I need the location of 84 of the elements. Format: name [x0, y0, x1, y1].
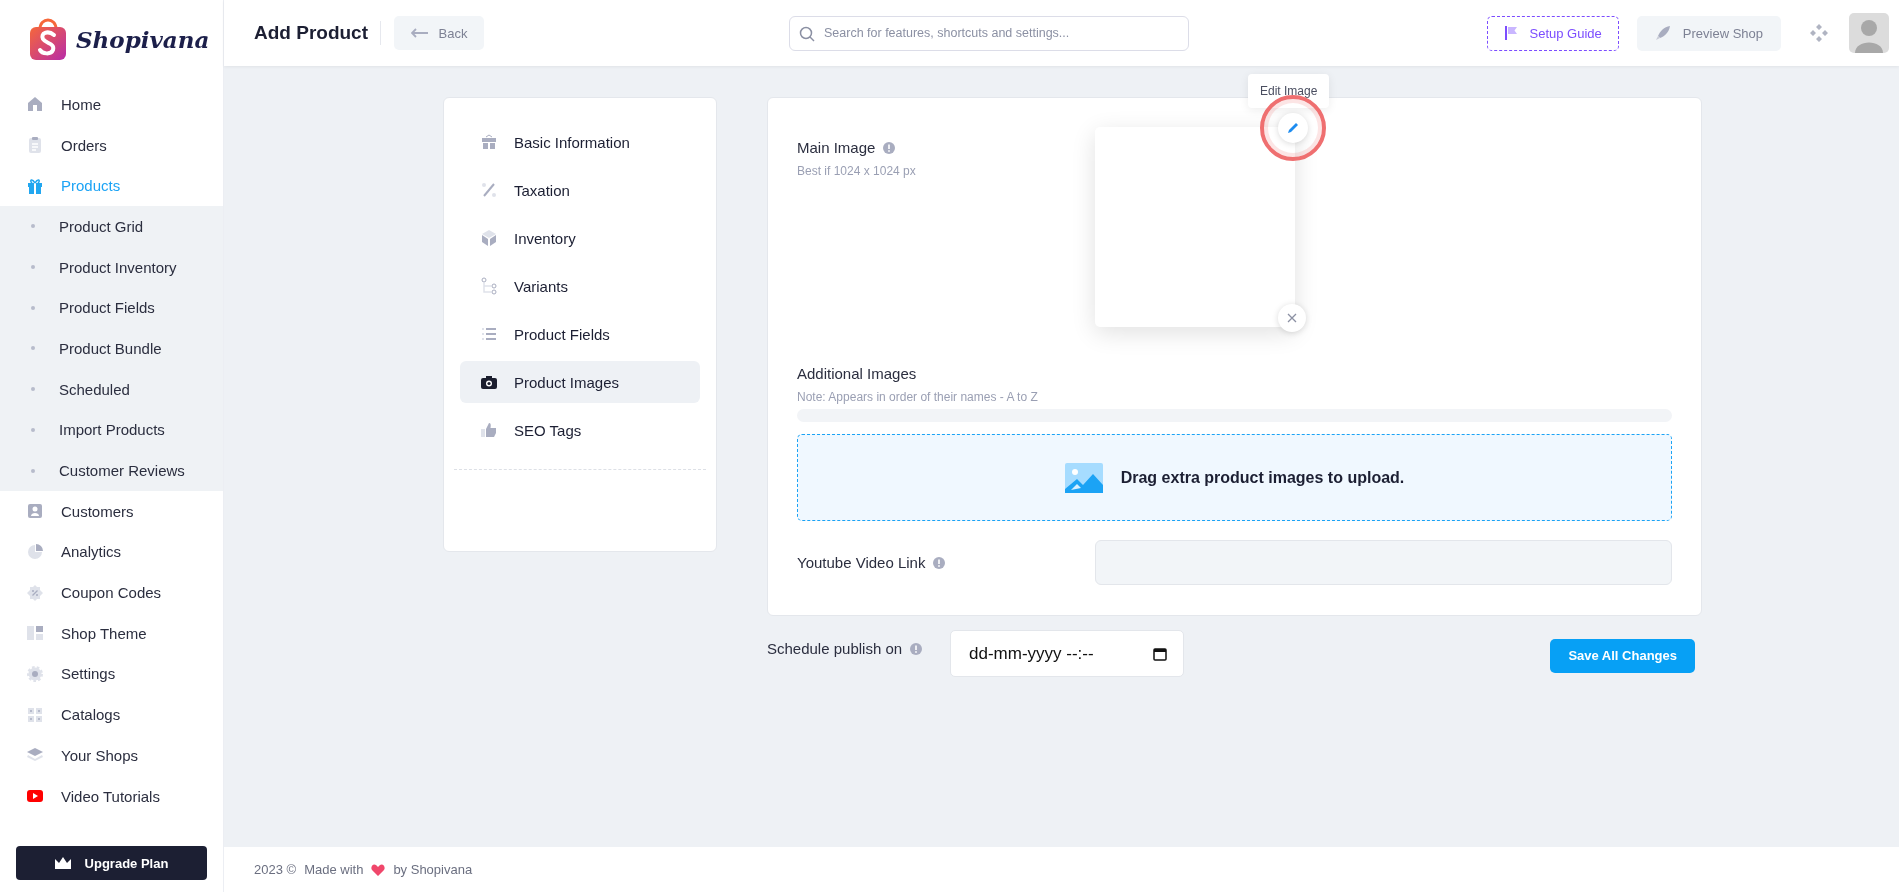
- arrow-left-icon: [410, 28, 429, 38]
- section-tab[interactable]: Taxation: [460, 169, 700, 211]
- edit-button[interactable]: [1278, 113, 1308, 143]
- submenu-item[interactable]: Product Inventory: [0, 246, 223, 288]
- camera-icon: [480, 373, 498, 391]
- submenu-item[interactable]: Product Fields: [0, 287, 223, 329]
- percent-badge-icon: [26, 583, 44, 602]
- bullet-icon: [31, 346, 35, 351]
- section-tab[interactable]: Product Images: [460, 361, 700, 403]
- bullet-icon: [31, 427, 35, 432]
- close-button[interactable]: [1278, 304, 1306, 332]
- pie-chart-icon: [26, 542, 44, 561]
- list-icon: [480, 325, 498, 343]
- submenu-item[interactable]: Scheduled: [0, 368, 223, 410]
- search-icon: [799, 25, 815, 42]
- upgrade-button[interactable]: Upgrade Plan: [16, 846, 207, 880]
- hint-text: Note: Appears in order of their names - A to Z: [797, 390, 1039, 404]
- avatar-icon: [1849, 13, 1889, 53]
- field-label: Additional Images: [797, 365, 918, 382]
- shopping-bag-icon: [28, 17, 68, 61]
- page-title: Add Product: [254, 22, 368, 44]
- copyright-text: 2023 ©: [254, 862, 297, 877]
- close-icon: [1286, 312, 1298, 324]
- sidebar-item[interactable]: Video Tutorials: [0, 775, 223, 817]
- clipboard-icon: [26, 136, 44, 155]
- diamonds-icon: [1809, 23, 1829, 43]
- tooltip: Edit Image: [1248, 74, 1330, 108]
- info-icon: [910, 642, 923, 655]
- hint-text: Best if 1024 x 1024 px: [797, 164, 917, 178]
- submenu-item[interactable]: Customer Reviews: [0, 450, 223, 491]
- input-field[interactable]: [1095, 540, 1672, 585]
- date-field[interactable]: dd-mm-yyyy --:--: [950, 630, 1184, 677]
- heart-icon: [371, 863, 386, 876]
- pencil-icon: [1287, 122, 1299, 134]
- section-tab[interactable]: SEO Tags: [460, 409, 700, 451]
- user-card-icon: [26, 502, 44, 521]
- thumbs-up-icon: [480, 421, 498, 439]
- section-tab[interactable]: Basic Information: [460, 121, 700, 163]
- sidebar-item[interactable]: Catalogs: [0, 694, 223, 735]
- image-icon: [1064, 462, 1103, 493]
- section-tab[interactable]: Inventory: [460, 217, 700, 259]
- search-field[interactable]: Search for features, shortcuts and settings...: [789, 15, 1189, 51]
- sidebar-item[interactable]: Orders: [0, 124, 223, 166]
- gear-icon: [26, 664, 44, 683]
- field-label: Main Image: [797, 139, 876, 156]
- section-tab[interactable]: Product Fields: [460, 313, 700, 355]
- upload-dropzone[interactable]: Drag extra product images to upload.: [797, 434, 1672, 521]
- layout-icon: [26, 624, 44, 643]
- crown-icon: [54, 857, 71, 869]
- sidebar-item[interactable]: Home: [0, 84, 223, 125]
- calendar-icon: [1153, 646, 1167, 661]
- submenu-item[interactable]: Product Bundle: [0, 328, 223, 369]
- sidebar-item[interactable]: Your Shops: [0, 735, 223, 776]
- bullet-icon: [31, 387, 35, 392]
- brand-name: Shopivana: [76, 25, 210, 53]
- sidebar-item[interactable]: Coupon Codes: [0, 572, 223, 613]
- branch-icon: [480, 277, 498, 295]
- bullet-icon: [31, 224, 35, 229]
- field-label: Youtube Video Link: [797, 554, 926, 571]
- field-label: Schedule publish on: [767, 640, 903, 657]
- info-icon: [933, 556, 946, 569]
- sidebar-item[interactable]: Customers: [0, 490, 223, 532]
- grid-icon: [26, 705, 44, 724]
- back-button[interactable]: Back: [394, 16, 484, 50]
- percent-icon: [480, 181, 498, 199]
- gift-icon: [26, 176, 44, 195]
- flag-icon: [1503, 25, 1518, 41]
- footer-text: by Shopivana: [393, 862, 473, 877]
- bullet-icon: [31, 265, 35, 270]
- gift-icon: [480, 133, 498, 151]
- submenu-item[interactable]: Product Grid: [0, 206, 223, 247]
- bullet-icon: [31, 305, 35, 310]
- sidebar-item[interactable]: Analytics: [0, 531, 223, 573]
- home-icon: [26, 95, 44, 114]
- section-tab[interactable]: Variants: [460, 265, 700, 307]
- submenu-item[interactable]: Import Products: [0, 409, 223, 451]
- info-icon: [883, 141, 896, 154]
- sidebar-item[interactable]: Shop Theme: [0, 612, 223, 654]
- preview-shop-button[interactable]: Preview Shop: [1636, 15, 1781, 51]
- bullet-icon: [31, 468, 35, 473]
- sidebar-item[interactable]: Settings: [0, 653, 223, 695]
- cube-icon: [480, 229, 498, 247]
- footer-text: Made with: [304, 862, 364, 877]
- setup-guide-button[interactable]: Setup Guide: [1486, 15, 1619, 51]
